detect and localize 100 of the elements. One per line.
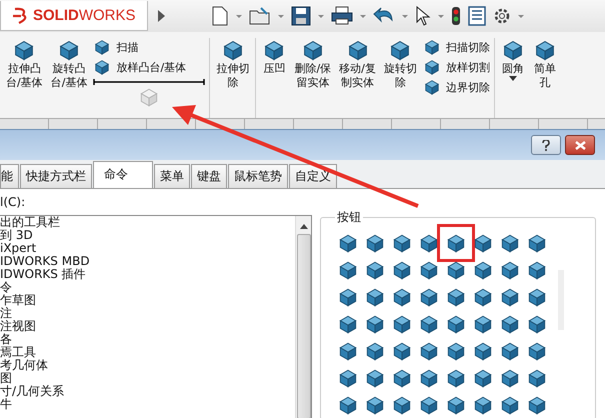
cube-icon [445, 394, 467, 416]
category-item[interactable]: 到 3D [0, 229, 295, 242]
category-item[interactable]: 寸/几何关系 [0, 385, 295, 398]
dialog-tab[interactable]: 鼠标笔势 [228, 164, 288, 188]
cube-icon [499, 259, 521, 281]
dropdown-caret-icon[interactable] [508, 76, 517, 81]
category-item[interactable]: 出的工具栏 [0, 216, 295, 229]
cube-icon [472, 394, 494, 416]
cube-icon [422, 38, 441, 56]
category-item[interactable]: 注 [0, 307, 295, 320]
cube-icon [93, 58, 112, 76]
cube-icon [337, 394, 359, 416]
scroll-up-icon[interactable] [300, 224, 308, 229]
close-icon [574, 140, 586, 150]
help-button[interactable] [531, 135, 561, 155]
traffic-light-icon[interactable] [451, 6, 461, 26]
cube-icon [337, 232, 359, 254]
ribbon-command-button[interactable]: 压凹 [263, 62, 286, 76]
dialog-tab[interactable]: 菜单 [154, 164, 190, 188]
category-item[interactable]: 焉工具 [0, 346, 295, 359]
dialog-tab[interactable]: 自定义 [289, 164, 337, 188]
ribbon-command-button[interactable]: 放样切割 [446, 60, 490, 74]
cube-icon [364, 259, 386, 281]
ribbon-command-button[interactable]: 边界切除 [446, 80, 490, 94]
cube-icon [445, 232, 467, 254]
close-button[interactable] [565, 135, 595, 155]
cube-icon [418, 340, 440, 362]
category-item[interactable]: 令 [0, 281, 295, 294]
cube-icon [526, 394, 548, 416]
category-item[interactable]: 乍草图 [0, 294, 295, 307]
expand-arrow-icon[interactable] [156, 9, 166, 23]
pointer-icon[interactable] [415, 6, 431, 26]
category-label: l(C): [0, 195, 26, 209]
ribbon-command-button[interactable]: 旋转切 除 [384, 62, 417, 90]
cube-icon [391, 394, 413, 416]
cube-icon [499, 286, 521, 308]
settings-icon[interactable] [493, 7, 511, 25]
cube-icon [499, 340, 521, 362]
category-item[interactable]: 注视图 [0, 320, 295, 333]
printer-icon[interactable] [331, 6, 353, 26]
cube-icon [499, 313, 521, 335]
cube-icon [391, 232, 413, 254]
cube-icon [364, 367, 386, 389]
ribbon-command-button[interactable]: 移动/复 制实体 [339, 62, 376, 90]
cube-icon [472, 259, 494, 281]
category-item[interactable]: iXpert [0, 242, 295, 255]
ribbon-command-button[interactable]: 扫描 [116, 40, 138, 54]
ribbon-command-button[interactable]: 扫描切除 [446, 40, 490, 54]
ribbon-command-button[interactable]: 旋转凸 台/基体 [50, 62, 88, 90]
category-item[interactable]: 图 [0, 372, 295, 385]
cube-icon [422, 78, 441, 96]
category-item[interactable]: IDWORKS 插件 [0, 268, 295, 281]
category-item[interactable]: IDWORKS MBD [0, 255, 295, 268]
cube-icon [418, 259, 440, 281]
cube-icon [93, 38, 112, 56]
dialog-tab[interactable]: 命令 [93, 161, 153, 188]
cube-icon [418, 232, 440, 254]
cube-icon [337, 367, 359, 389]
cube-icon [472, 232, 494, 254]
cube-icon [526, 286, 548, 308]
ribbon-command-button[interactable]: 圆角 [502, 62, 524, 76]
ribbon-command-button[interactable]: 放样凸台/基体 [116, 60, 186, 74]
cube-icon [445, 367, 467, 389]
insertion-line-icon [93, 78, 206, 86]
cube-icon [472, 286, 494, 308]
scroll-thumb[interactable] [296, 234, 310, 418]
cube-icon [337, 259, 359, 281]
cube-icon [445, 340, 467, 362]
cube-icon [526, 340, 548, 362]
ribbon-command-button[interactable]: 拉伸凸 台/基体 [6, 62, 43, 90]
dialog-tab[interactable]: 快捷方式栏 [20, 164, 92, 188]
cube-icon [364, 286, 386, 308]
cube-icon [472, 340, 494, 362]
cube-icon [418, 286, 440, 308]
cube-icon [526, 232, 548, 254]
cube-icon [445, 313, 467, 335]
cube-icon [499, 367, 521, 389]
cube-icon [526, 259, 548, 281]
list-icon[interactable] [468, 6, 486, 26]
cube-icon [364, 313, 386, 335]
ribbon-command-button[interactable]: 简单 孔 [534, 62, 556, 90]
cube-icon [418, 394, 440, 416]
ribbon-command-button[interactable]: 拉伸切 除 [216, 62, 250, 90]
cube-icon [526, 313, 548, 335]
category-item[interactable]: 牛 [0, 398, 295, 411]
dialog-tab[interactable]: 能 [0, 164, 19, 188]
category-item[interactable]: 考几何体 [0, 359, 295, 372]
cube-icon [526, 367, 548, 389]
cube-icon [391, 367, 413, 389]
scrollbar[interactable] [295, 216, 311, 418]
cube-icon [472, 367, 494, 389]
cube-icon [337, 313, 359, 335]
category-item[interactable]: 各 [0, 333, 295, 346]
new-document-icon[interactable] [211, 6, 229, 26]
question-mark-icon [542, 140, 550, 150]
open-folder-icon[interactable] [249, 6, 271, 26]
save-icon[interactable] [291, 6, 311, 26]
cube-icon [391, 259, 413, 281]
ribbon-command-button[interactable]: 删除/保 留实体 [294, 62, 332, 90]
dialog-tab[interactable]: 键盘 [191, 164, 227, 188]
